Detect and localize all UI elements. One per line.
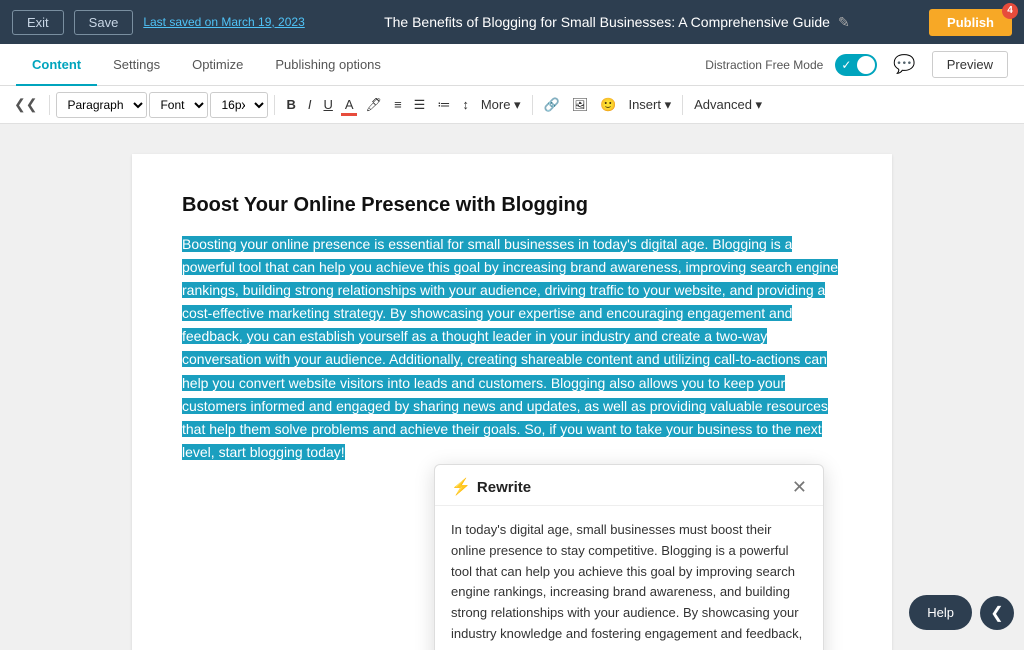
- color-underline: [341, 113, 357, 116]
- edit-title-icon[interactable]: ✎: [838, 14, 850, 31]
- rewrite-header: ⚡ Rewrite ✕: [435, 465, 823, 506]
- editor-body[interactable]: Boosting your online presence is essenti…: [182, 233, 842, 464]
- rewrite-modal: ⚡ Rewrite ✕ In today's digital age, smal…: [434, 464, 824, 650]
- toolbar: ❮❮ Paragraph Font 16px B I U A 🖊 ≡ ☰ ≔ ↕…: [0, 86, 1024, 124]
- more-button[interactable]: More ▾: [476, 92, 526, 118]
- line-height-button[interactable]: ↕: [457, 92, 474, 118]
- italic-button[interactable]: I: [303, 92, 317, 118]
- list-button[interactable]: ☰: [409, 92, 431, 118]
- selected-text: Boosting your online presence is essenti…: [182, 236, 838, 460]
- page-title: The Benefits of Blogging for Small Busin…: [315, 14, 919, 31]
- insert-button[interactable]: Insert ▾: [623, 92, 676, 118]
- emoji-button[interactable]: 🙂: [595, 92, 621, 118]
- tab-publishing-options[interactable]: Publishing options: [259, 45, 397, 86]
- size-select[interactable]: 16px: [210, 92, 268, 118]
- toolbar-sep-2: [274, 95, 275, 115]
- rewrite-title: ⚡ Rewrite: [451, 477, 531, 497]
- help-button[interactable]: Help: [909, 595, 972, 630]
- highlight-button[interactable]: 🖊: [361, 92, 388, 118]
- page-title-text: The Benefits of Blogging for Small Busin…: [384, 14, 830, 30]
- topbar: Exit Save Last saved on March 19, 2023 T…: [0, 0, 1024, 44]
- tabbar: Content Settings Optimize Publishing opt…: [0, 44, 1024, 86]
- text-color-icon: A: [345, 97, 354, 112]
- main-wrap: Boost Your Online Presence with Blogging…: [0, 124, 1024, 650]
- preview-button[interactable]: Preview: [932, 51, 1008, 78]
- rewrite-icon: ⚡: [451, 477, 471, 497]
- rewrite-title-text: Rewrite: [477, 479, 531, 496]
- rewrite-close-button[interactable]: ✕: [792, 478, 807, 496]
- expand-button[interactable]: ❮: [980, 596, 1014, 630]
- publish-label: Publish: [947, 15, 994, 30]
- content-area: Boost Your Online Presence with Blogging…: [0, 124, 1024, 650]
- tab-right-controls: Distraction Free Mode ✓ 💬 Preview: [705, 50, 1008, 79]
- distraction-free-label: Distraction Free Mode: [705, 58, 823, 72]
- sidebar-collapse-icon[interactable]: ❮❮: [8, 96, 43, 113]
- chat-icon[interactable]: 💬: [889, 50, 919, 79]
- save-button[interactable]: Save: [74, 10, 134, 35]
- toggle-checkmark: ✓: [841, 58, 851, 72]
- toolbar-sep-3: [532, 95, 533, 115]
- editor-heading: Boost Your Online Presence with Blogging: [182, 194, 842, 217]
- publish-button[interactable]: Publish 4: [929, 9, 1012, 36]
- expand-icon: ❮: [990, 603, 1003, 623]
- last-saved-link[interactable]: Last saved on March 19, 2023: [143, 15, 304, 29]
- underline-button[interactable]: U: [318, 92, 337, 118]
- editor-paper: Boost Your Online Presence with Blogging…: [132, 154, 892, 650]
- font-select[interactable]: Font: [149, 92, 208, 118]
- paragraph-select[interactable]: Paragraph: [56, 92, 147, 118]
- toolbar-sep-4: [682, 95, 683, 115]
- tab-optimize[interactable]: Optimize: [176, 45, 259, 86]
- toggle-track[interactable]: ✓: [835, 54, 877, 76]
- bold-button[interactable]: B: [281, 92, 300, 118]
- text-color-button[interactable]: A: [340, 92, 359, 118]
- toggle-knob: [857, 56, 875, 74]
- tab-content[interactable]: Content: [16, 45, 97, 86]
- image-button[interactable]: 🖼: [567, 92, 594, 118]
- rewrite-body-text: In today's digital age, small businesses…: [435, 506, 823, 650]
- toolbar-sep-1: [49, 95, 50, 115]
- tab-settings[interactable]: Settings: [97, 45, 176, 86]
- publish-badge: 4: [1002, 3, 1018, 19]
- ordered-list-button[interactable]: ≔: [432, 92, 455, 118]
- distraction-free-toggle[interactable]: ✓: [835, 54, 877, 76]
- exit-button[interactable]: Exit: [12, 10, 64, 35]
- advanced-button[interactable]: Advanced ▾: [689, 92, 767, 118]
- align-button[interactable]: ≡: [389, 92, 407, 118]
- link-button[interactable]: 🔗: [539, 92, 565, 118]
